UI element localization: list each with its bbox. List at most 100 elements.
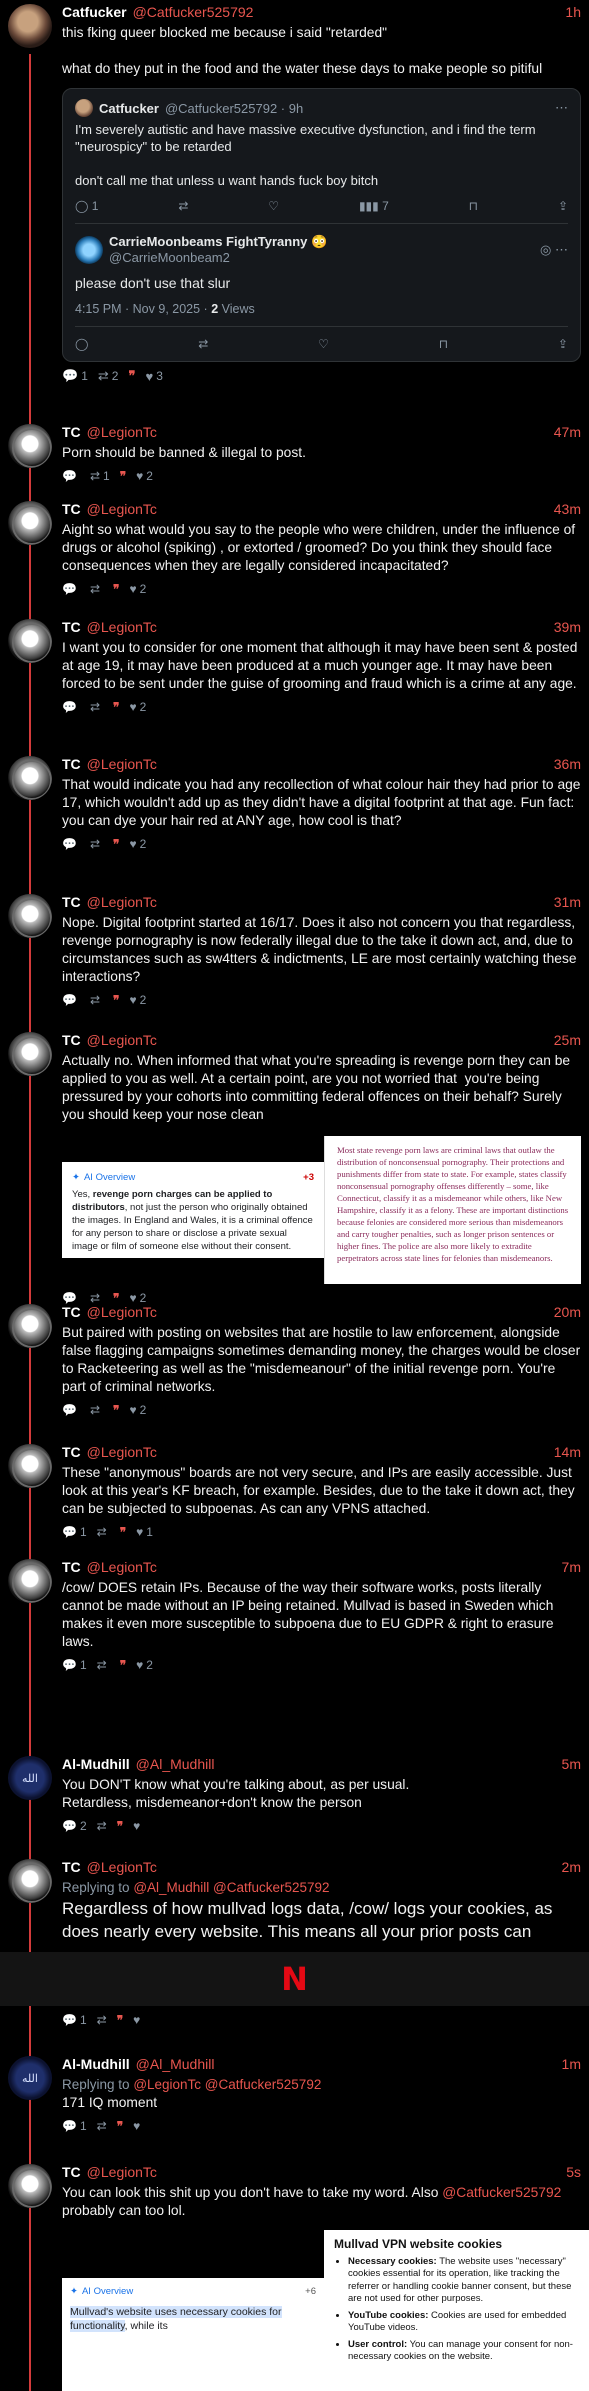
repost-button[interactable]: ⇄ [97, 1525, 110, 1539]
post-tc-25m[interactable]: TC @LegionTc 25m Actually no. When infor… [0, 1028, 589, 1314]
more-icon[interactable]: ⋯ [555, 100, 568, 116]
display-name[interactable]: TC [62, 1304, 81, 1320]
post-tc-31m[interactable]: TC @LegionTc 31m Nope. Digital footprint… [0, 890, 589, 1016]
like-button[interactable]: ♥ 2 [136, 469, 153, 483]
quote-button[interactable]: ❞ [113, 582, 119, 596]
quote-button[interactable]: ❞ [120, 469, 126, 483]
repost-icon[interactable]: ⇄ [178, 199, 188, 213]
avatar[interactable] [8, 1032, 52, 1076]
post-tc-5s[interactable]: TC @LegionTc 5s You can look this shit u… [0, 2160, 589, 2391]
mention-link[interactable]: @Catfucker525792 [442, 2185, 561, 2200]
handle[interactable]: @Al_Mudhill [136, 2056, 215, 2072]
like-button[interactable]: ♥ 2 [129, 1403, 146, 1417]
views-icon[interactable]: ▮▮▮ 7 [359, 199, 389, 213]
timestamp[interactable]: 1m [562, 2056, 581, 2072]
handle[interactable]: @LegionTc [87, 1859, 157, 1875]
quote-button[interactable]: ❞ [117, 1819, 123, 1833]
grok-icon[interactable]: ◎ ⋯ [540, 242, 568, 258]
quote-button[interactable]: ❞ [120, 1658, 126, 1672]
display-name[interactable]: Al-Mudhill [62, 2056, 130, 2072]
like-button[interactable]: ♥ 2 [129, 582, 146, 596]
post-tc-36m[interactable]: TC @LegionTc 36m That would indicate you… [0, 752, 589, 860]
reply-button[interactable]: 💬 2 [62, 1819, 87, 1833]
avatar[interactable]: الله [8, 2056, 52, 2100]
quoted-thread[interactable]: Catfucker @Catfucker525792 · 9h ⋯ I'm se… [62, 88, 581, 362]
timestamp[interactable]: 31m [554, 894, 581, 910]
display-name[interactable]: Al-Mudhill [62, 1756, 130, 1772]
reply-button[interactable]: 💬 [62, 837, 80, 851]
avatar[interactable]: الله [8, 1756, 52, 1800]
reply-icon[interactable]: ◯ [75, 337, 88, 351]
share-icon[interactable]: ⇪ [558, 199, 568, 213]
mention-link[interactable]: @Al_Mudhill @Catfucker525792 [133, 1880, 329, 1895]
like-button[interactable]: ♥ 2 [129, 700, 146, 714]
display-name[interactable]: TC [62, 424, 81, 440]
post-tc-2m[interactable]: TC @LegionTc 2m Replying to @Al_Mudhill … [0, 1855, 589, 1951]
handle[interactable]: @LegionTc [87, 1032, 157, 1048]
post-tc-7m[interactable]: TC @LegionTc 7m /cow/ DOES retain IPs. B… [0, 1555, 589, 1681]
display-name[interactable]: TC [62, 1559, 81, 1575]
vpn-cookies-card[interactable]: Mullvad VPN website cookies Necessary co… [324, 2230, 589, 2391]
quote-button[interactable]: ❞ [117, 2013, 123, 2027]
like-button[interactable]: ♥ 1 [136, 1525, 153, 1539]
display-name[interactable]: TC [62, 1032, 81, 1048]
avatar[interactable] [8, 894, 52, 938]
post-tc-47m[interactable]: TC @LegionTc 47m Porn should be banned &… [0, 420, 589, 492]
timestamp[interactable]: 43m [554, 501, 581, 517]
handle[interactable]: @LegionTc [87, 756, 157, 772]
handle[interactable]: @LegionTc [87, 894, 157, 910]
handle[interactable]: @Al_Mudhill [136, 1756, 215, 1772]
handle[interactable]: @LegionTc [87, 501, 157, 517]
quote-button[interactable]: ❞ [117, 2119, 123, 2133]
handle[interactable]: @LegionTc [87, 2164, 157, 2180]
avatar[interactable] [8, 1444, 52, 1488]
quote-button[interactable]: ❞ [113, 993, 119, 1007]
reply-button[interactable]: 💬 [62, 700, 80, 714]
ai-overview-screenshot[interactable]: ✦ AI Overview +6 Mullvad's website uses … [62, 2278, 324, 2391]
display-name[interactable]: TC [62, 756, 81, 772]
timestamp[interactable]: 47m [554, 424, 581, 440]
display-name[interactable]: TC [62, 501, 81, 517]
quote-button[interactable]: ❞ [120, 1525, 126, 1539]
post-al-mudhill-2[interactable]: الله Al-Mudhill @Al_Mudhill 1m Replying … [0, 2052, 589, 2142]
heart-icon[interactable]: ♡ [268, 199, 279, 213]
timestamp[interactable]: 39m [554, 619, 581, 635]
heart-icon[interactable]: ♡ [318, 337, 329, 351]
bookmark-icon[interactable]: ⊓ [469, 199, 478, 213]
timestamp[interactable]: 1h [565, 4, 581, 20]
repost-button[interactable]: ⇄ 2 [98, 368, 119, 384]
repost-button[interactable]: ⇄ [97, 2013, 107, 2027]
timestamp[interactable]: 25m [554, 1032, 581, 1048]
bookmark-icon[interactable]: ⊓ [439, 337, 448, 351]
timestamp[interactable]: 7m [562, 1559, 581, 1575]
mention-link[interactable]: @LegionTc @Catfucker525792 [133, 2077, 321, 2092]
repost-button[interactable]: ⇄ [90, 837, 103, 851]
reply-button[interactable]: 💬 1 [62, 1525, 87, 1539]
display-name[interactable]: Catfucker [62, 4, 127, 20]
repost-button[interactable]: ⇄ [97, 2119, 107, 2133]
reply-button[interactable]: 💬 1 [62, 2119, 87, 2133]
post-images[interactable]: ✦ AI Overview +3 Yes, revenge porn charges… [62, 1136, 581, 1284]
netflix-logo-icon[interactable]: N [281, 1960, 308, 1998]
timestamp[interactable]: 36m [554, 756, 581, 772]
repost-button[interactable]: ⇄ [97, 1819, 107, 1833]
ai-overview-screenshot[interactable]: ✦ AI Overview +3 Yes, revenge porn charges… [62, 1162, 324, 1258]
handle[interactable]: @LegionTc [87, 619, 157, 635]
post-images[interactable]: ✦ AI Overview +6 Mullvad's website uses … [62, 2230, 589, 2391]
display-name[interactable]: TC [62, 894, 81, 910]
like-button[interactable]: ♥ 2 [129, 837, 146, 851]
post-tc-20m[interactable]: TC @LegionTc 20m But paired with posting… [0, 1300, 589, 1426]
quote-button[interactable]: ❞ [113, 1403, 119, 1417]
timestamp[interactable]: 20m [554, 1304, 581, 1320]
repost-button[interactable]: ⇄ 1 [90, 469, 110, 483]
app-banner[interactable]: N [0, 1952, 589, 2006]
post-tc-43m[interactable]: TC @LegionTc 43m Aight so what would you… [0, 497, 589, 605]
avatar[interactable] [8, 1304, 52, 1348]
repost-button[interactable]: ⇄ [90, 700, 103, 714]
article-screenshot[interactable]: Most state revenge porn laws are crimina… [324, 1136, 581, 1284]
repost-button[interactable]: ⇄ [90, 582, 103, 596]
timestamp[interactable]: 14m [554, 1444, 581, 1460]
avatar[interactable] [8, 1859, 52, 1903]
timestamp[interactable]: 5m [562, 1756, 581, 1772]
avatar[interactable] [8, 424, 52, 468]
